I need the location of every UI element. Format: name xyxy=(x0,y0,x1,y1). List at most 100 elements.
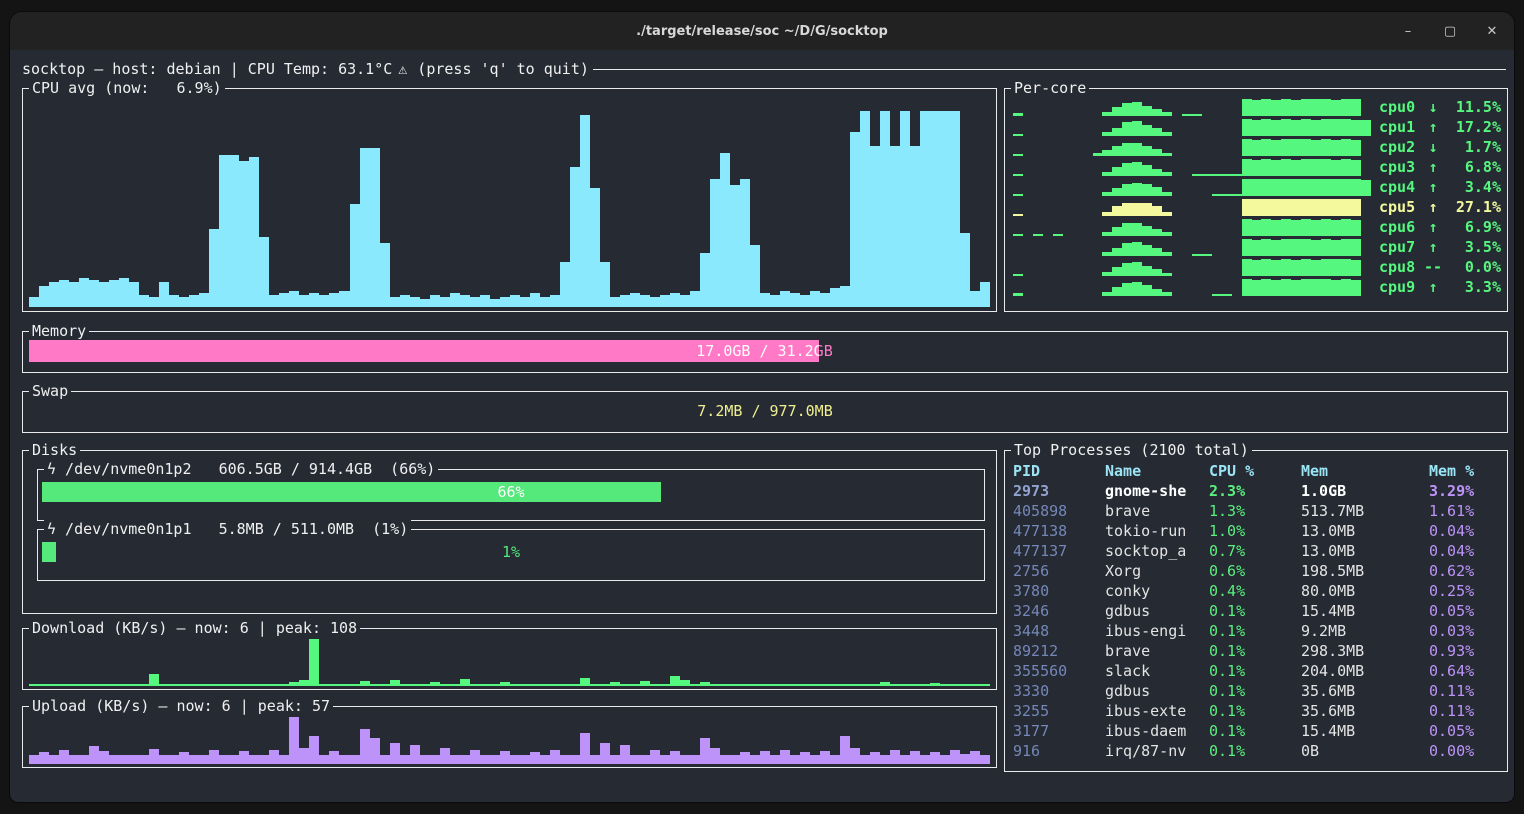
trend-arrow-icon: ↓ xyxy=(1421,98,1445,116)
core-sparkline xyxy=(1013,98,1371,116)
download-panel: Download (KB/s) — now: 6 | peak: 108 xyxy=(22,628,997,690)
upload-chart xyxy=(29,717,990,764)
core-row: cpu9↑3.3% xyxy=(1007,277,1505,297)
core-row: cpu2↓1.7% xyxy=(1007,137,1505,157)
memory-title: Memory xyxy=(29,322,89,340)
disks-panel: Disks ϟ /dev/nvme0n1p2 606.5GB / 914.4GB… xyxy=(22,450,997,614)
core-name: cpu6 xyxy=(1379,218,1421,236)
disk-icon: ϟ xyxy=(47,460,56,478)
core-sparkline xyxy=(1013,138,1371,156)
trend-arrow-icon: ↑ xyxy=(1421,118,1445,136)
cpu-avg-panel: CPU avg (now: 6.9%) xyxy=(22,88,997,312)
core-percent: 1.7% xyxy=(1445,138,1501,156)
core-name: cpu8 xyxy=(1379,258,1421,276)
core-sparkline xyxy=(1013,278,1371,296)
col-pid: PID xyxy=(1013,462,1105,480)
col-cpu: CPU % xyxy=(1209,462,1301,480)
trend-arrow-icon: ↑ xyxy=(1421,198,1445,216)
process-row: 3246gdbus0.1%15.4MB0.05% xyxy=(1005,601,1507,621)
disk-partition-title: /dev/nvme0n1p2 606.5GB / 914.4GB (66%) xyxy=(56,460,435,478)
core-percent: 17.2% xyxy=(1445,118,1501,136)
process-row: 3177ibus-daem0.1%15.4MB0.05% xyxy=(1005,721,1507,741)
trend-arrow-icon: ↑ xyxy=(1421,218,1445,236)
trend-arrow-icon: ↑ xyxy=(1421,158,1445,176)
maximize-icon[interactable]: ▢ xyxy=(1442,24,1458,39)
trend-arrow-icon: -- xyxy=(1421,258,1445,276)
app-header: socktop — host: debian | CPU Temp: 63.1°… xyxy=(22,60,1506,78)
core-sparkline xyxy=(1013,238,1371,256)
process-row: 916irq/87-nv0.1%0B0.00% xyxy=(1005,741,1507,761)
core-name: cpu4 xyxy=(1379,178,1421,196)
core-percent: 6.8% xyxy=(1445,158,1501,176)
core-percent: 3.4% xyxy=(1445,178,1501,196)
core-row: cpu0↓11.5% xyxy=(1007,97,1505,117)
desktop: ./target/release/soc ~/D/G/socktop – ▢ ✕… xyxy=(0,0,1524,814)
swap-title: Swap xyxy=(29,382,71,400)
percore-panel: Per-core cpu0↓11.5% cpu1↑17.2% cpu2↓1.7% xyxy=(1004,88,1508,312)
core-sparkline xyxy=(1013,258,1371,276)
disk-gauge: 66% xyxy=(42,482,980,502)
swap-gauge-label: 7.2MB / 977.0MB xyxy=(29,400,1501,422)
memory-gauge-fill-labelclip: 17.0GB / 31.2GB xyxy=(29,340,819,362)
disk-gauge-label: 1% xyxy=(42,542,980,562)
warning-icon: ⚠ xyxy=(398,60,407,78)
cpu-avg-chart xyxy=(29,101,990,307)
core-percent: 3.5% xyxy=(1445,238,1501,256)
process-row: 477138tokio-run1.0%13.0MB0.04% xyxy=(1005,521,1507,541)
core-name: cpu7 xyxy=(1379,238,1421,256)
core-row: cpu8--0.0% xyxy=(1007,257,1505,277)
window-title: ./target/release/soc ~/D/G/socktop xyxy=(636,24,888,39)
core-sparkline xyxy=(1013,178,1371,196)
core-name: cpu0 xyxy=(1379,98,1421,116)
close-icon[interactable]: ✕ xyxy=(1484,24,1500,39)
core-percent: 27.1% xyxy=(1445,198,1501,216)
memory-panel: Memory 17.0GB / 31.2GB 17.0GB / 31.2GB xyxy=(22,331,1508,373)
col-memp: Mem % xyxy=(1429,462,1499,480)
disk-partition-panel: ϟ /dev/nvme0n1p1 5.8MB / 511.0MB (1%) 1% xyxy=(37,529,985,581)
disk-partition-title: /dev/nvme0n1p1 5.8MB / 511.0MB (1%) xyxy=(56,520,408,538)
disk-gauge: 1% xyxy=(42,542,980,562)
trend-arrow-icon: ↑ xyxy=(1421,178,1445,196)
swap-panel: Swap 7.2MB / 977.0MB xyxy=(22,391,1508,433)
core-name: cpu5 xyxy=(1379,198,1421,216)
trend-arrow-icon: ↓ xyxy=(1421,138,1445,156)
core-row: cpu7↑3.5% xyxy=(1007,237,1505,257)
disk-icon: ϟ xyxy=(47,520,56,538)
process-row: 2973gnome-she2.3%1.0GB3.29% xyxy=(1005,481,1507,501)
percore-title: Per-core xyxy=(1011,79,1089,97)
process-table: PID Name CPU % Mem Mem % 2973gnome-she2.… xyxy=(1005,461,1507,761)
processes-panel: Top Processes (2100 total) PID Name CPU … xyxy=(1004,450,1508,772)
process-row: 355560slack0.1%204.0MB0.64% xyxy=(1005,661,1507,681)
process-row: 477137socktop_a0.7%13.0MB0.04% xyxy=(1005,541,1507,561)
core-name: cpu3 xyxy=(1379,158,1421,176)
core-row: cpu6↑6.9% xyxy=(1007,217,1505,237)
window-controls: – ▢ ✕ xyxy=(1400,12,1500,50)
process-row: 3780conky0.4%80.0MB0.25% xyxy=(1005,581,1507,601)
process-table-header: PID Name CPU % Mem Mem % xyxy=(1005,461,1507,481)
app-status-text: socktop — host: debian | CPU Temp: 63.1°… xyxy=(22,60,392,78)
terminal-window: ./target/release/soc ~/D/G/socktop – ▢ ✕… xyxy=(10,12,1514,802)
process-row: 3255ibus-exte0.1%35.6MB0.11% xyxy=(1005,701,1507,721)
minimize-icon[interactable]: – xyxy=(1400,24,1416,39)
process-row: 3330gdbus0.1%35.6MB0.11% xyxy=(1005,681,1507,701)
window-titlebar[interactable]: ./target/release/soc ~/D/G/socktop – ▢ ✕ xyxy=(10,12,1514,50)
upload-panel: Upload (KB/s) — now: 6 | peak: 57 xyxy=(22,706,997,768)
processes-title: Top Processes (2100 total) xyxy=(1011,441,1252,459)
disk-gauge-label: 66% xyxy=(42,482,980,502)
core-row: cpu1↑17.2% xyxy=(1007,117,1505,137)
col-mem: Mem xyxy=(1301,462,1429,480)
process-row: 2756Xorg0.6%198.5MB0.62% xyxy=(1005,561,1507,581)
core-sparkline xyxy=(1013,198,1371,216)
core-percent: 11.5% xyxy=(1445,98,1501,116)
percore-rows: cpu0↓11.5% cpu1↑17.2% cpu2↓1.7% cpu3↑6.8… xyxy=(1007,97,1505,297)
terminal-content: socktop — host: debian | CPU Temp: 63.1°… xyxy=(10,50,1514,802)
core-percent: 6.9% xyxy=(1445,218,1501,236)
core-sparkline xyxy=(1013,218,1371,236)
core-name: cpu9 xyxy=(1379,278,1421,296)
disk-partition-panel: ϟ /dev/nvme0n1p2 606.5GB / 914.4GB (66%)… xyxy=(37,469,985,521)
download-title: Download (KB/s) — now: 6 | peak: 108 xyxy=(29,619,360,637)
core-percent: 3.3% xyxy=(1445,278,1501,296)
col-name: Name xyxy=(1105,462,1209,480)
upload-title: Upload (KB/s) — now: 6 | peak: 57 xyxy=(29,697,333,715)
core-name: cpu2 xyxy=(1379,138,1421,156)
